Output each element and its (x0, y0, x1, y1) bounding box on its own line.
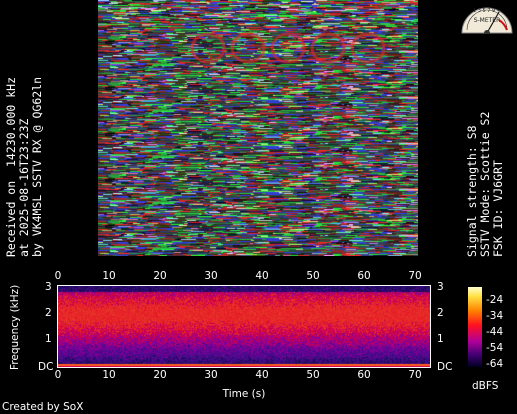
y-tick-left: 1 (45, 333, 52, 345)
colorbar-tick: -54 (486, 342, 504, 354)
x-tick-bottom: 20 (153, 369, 167, 381)
colorbar-tick: -44 (486, 326, 504, 338)
y-tick-left: 3 (45, 281, 52, 293)
reception-caption: Received on 14230.000 kHz at 2025-08-16T2… (4, 76, 44, 257)
y-tick-right: DC (437, 361, 453, 373)
x-tick-top: 40 (255, 270, 269, 282)
x-tick-top: 50 (306, 270, 320, 282)
y-tick-left: 2 (45, 307, 52, 319)
y-tick-right: 2 (437, 307, 444, 319)
receiver-station: by VK4MSL SSTV RX @ QG62ln (30, 76, 44, 257)
s-meter-label: S-METER (474, 17, 501, 24)
s-meter-scale: 1 3 5 7 9 + (473, 8, 501, 14)
x-tick-top: 10 (102, 270, 116, 282)
y-axis-label: Frequency (kHz) (9, 284, 21, 370)
colorbar-unit: dBFS (472, 380, 499, 392)
fsk-id: FSK ID: VJ6GRT (491, 160, 505, 257)
x-tick-bottom: 50 (306, 369, 320, 381)
y-tick-right: 3 (437, 281, 444, 293)
y-tick-right: 1 (437, 333, 444, 345)
x-tick-bottom: 0 (54, 369, 62, 381)
y-tick-left: DC (38, 361, 54, 373)
credit-text: Created by SoX (2, 401, 84, 413)
x-tick-bottom: 30 (204, 369, 218, 381)
x-tick-top: 20 (153, 270, 167, 282)
x-tick-bottom: 70 (408, 369, 422, 381)
decoded-sstv-image (98, 0, 418, 256)
x-tick-top: 70 (408, 270, 422, 282)
x-tick-bottom: 60 (357, 369, 371, 381)
colorbar-tick: -24 (486, 294, 504, 306)
x-axis-label: Time (s) (222, 388, 266, 400)
spectrogram-plot (57, 285, 431, 368)
signal-caption: Signal strength: S8 SSTV Mode: Scottie S2… (465, 112, 505, 257)
spectrogram-heatmap (58, 286, 430, 367)
x-tick-top: 30 (204, 270, 218, 282)
x-tick-bottom: 40 (255, 369, 269, 381)
x-tick-bottom: 10 (102, 369, 116, 381)
s-meter-icon: 1 3 5 7 9 + S-METER (461, 7, 513, 34)
colorbar (468, 287, 482, 367)
x-tick-top: 60 (357, 270, 371, 282)
colorbar-tick: -64 (486, 358, 504, 370)
colorbar-tick: -34 (486, 310, 504, 322)
x-tick-top: 0 (54, 270, 62, 282)
